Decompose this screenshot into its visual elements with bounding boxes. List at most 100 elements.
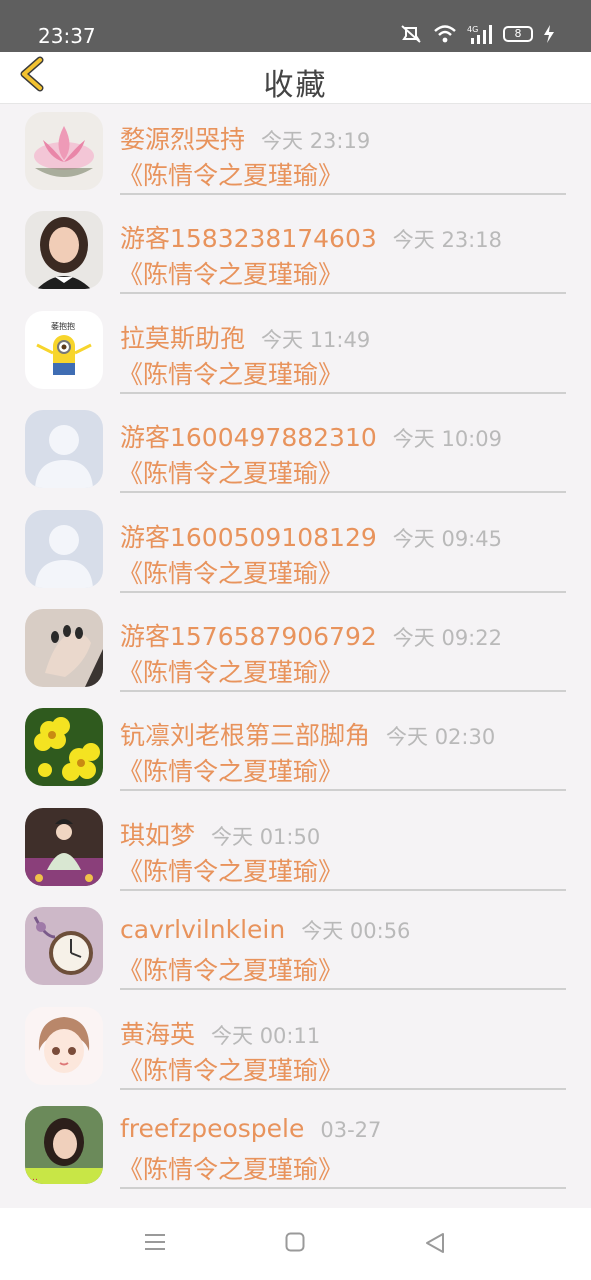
avatar[interactable] [25, 410, 103, 489]
pocket-watch-icon [25, 907, 103, 986]
book-title[interactable]: 《陈情令之夏瑾瑜》 [118, 752, 343, 788]
home-square-icon[interactable] [285, 1232, 305, 1252]
avatar[interactable] [25, 211, 103, 290]
user-name[interactable]: 琪如梦 [120, 816, 195, 852]
user-name[interactable]: 游客1600509108129 [120, 518, 377, 554]
divider [120, 888, 566, 891]
divider [120, 193, 566, 195]
avatar[interactable] [25, 1006, 103, 1085]
timestamp: 今天 00:56 [301, 919, 411, 944]
menu-icon[interactable] [144, 1232, 166, 1252]
timestamp: 今天 23:18 [392, 228, 502, 253]
divider [120, 690, 566, 692]
list-item[interactable]: 钪凛刘老根第三部脚角 今天 02:30 《陈情令之夏瑾瑜》 [0, 700, 591, 799]
girl-photo-icon [25, 211, 103, 290]
list-item[interactable]: 游客1583238174603 今天 23:18 《陈情令之夏瑾瑜》 [0, 203, 591, 302]
avatar[interactable]: 萎抱抱 [25, 310, 103, 389]
divider [120, 789, 566, 792]
avatar[interactable] [25, 708, 103, 787]
user-name[interactable]: 钪凛刘老根第三部脚角 [120, 716, 370, 752]
costume-figure-icon [25, 807, 103, 886]
list-item[interactable]: 游客1576587906792 今天 09:22 《陈情令之夏瑾瑜》 [0, 601, 591, 700]
svg-text:萎抱抱: 萎抱抱 [51, 321, 75, 331]
avatar[interactable] [25, 907, 103, 986]
timestamp: 03-27 [320, 1118, 382, 1142]
avatar[interactable] [25, 112, 103, 190]
list-item[interactable]: cavrlvilnklein 今天 00:56 《陈情令之夏瑾瑜》 [0, 899, 591, 998]
timestamp: 今天 09:45 [392, 526, 502, 551]
book-title[interactable]: 《陈情令之夏瑾瑜》 [118, 1150, 343, 1186]
divider [120, 292, 566, 295]
hand-photo-icon [25, 609, 103, 687]
book-title[interactable]: 《陈情令之夏瑾瑜》 [118, 653, 343, 689]
timestamp: 今天 11:49 [261, 327, 371, 352]
user-name[interactable]: freefzpeospele [120, 1114, 304, 1143]
book-title[interactable]: 《陈情令之夏瑾瑜》 [118, 156, 343, 192]
favorites-list[interactable]: 婺源烈哭持 今天 23:19 《陈情令之夏瑾瑜》 游客1583238174603 今天 … [0, 104, 591, 1208]
status-bar: 23:37 4G 8 [0, 0, 591, 52]
divider [120, 491, 566, 494]
list-item[interactable]: 琪如梦 今天 01:50 《陈情令之夏瑾瑜》 [0, 800, 591, 899]
list-item[interactable]: 婺源烈哭持 今天 23:19 《陈情令之夏瑾瑜》 [0, 104, 591, 203]
book-title[interactable]: 《陈情令之夏瑾瑜》 [118, 255, 343, 291]
name-line: 拉莫斯助孢 今天 11:49 [120, 319, 370, 355]
avatar[interactable]: … [25, 1106, 103, 1184]
battery-icon: 8 [503, 26, 533, 42]
name-line: 婺源烈哭持 今天 23:19 [120, 120, 370, 156]
user-name[interactable]: 婺源烈哭持 [120, 120, 245, 156]
user-name[interactable]: 游客1583238174603 [120, 219, 377, 255]
list-item[interactable]: 游客1600497882310 今天 10:09 《陈情令之夏瑾瑜》 [0, 402, 591, 501]
svg-text:…: … [29, 1173, 38, 1183]
name-line: 游客1600509108129 今天 09:45 [120, 518, 502, 554]
list-item[interactable]: … freefzpeospele 03-27 《陈情令之夏瑾瑜》 [0, 1098, 591, 1197]
avatar[interactable] [25, 807, 103, 886]
name-line: 游客1600497882310 今天 10:09 [120, 418, 502, 454]
divider [120, 1087, 566, 1090]
user-name[interactable]: 黄海英 [120, 1015, 195, 1051]
list-item[interactable]: 游客1600509108129 今天 09:45 《陈情令之夏瑾瑜》 [0, 502, 591, 601]
name-line: 钪凛刘老根第三部脚角 今天 02:30 [120, 716, 495, 752]
list-item[interactable]: 萎抱抱 拉莫斯助孢 今天 11:49 《陈情令之夏瑾瑜》 [0, 303, 591, 402]
timestamp: 今天 01:50 [211, 824, 321, 849]
book-title[interactable]: 《陈情令之夏瑾瑜》 [118, 454, 343, 490]
divider [120, 590, 566, 593]
book-title[interactable]: 《陈情令之夏瑾瑜》 [118, 355, 343, 391]
user-name[interactable]: 游客1600497882310 [120, 418, 377, 454]
timestamp: 今天 23:19 [261, 129, 371, 153]
user-name[interactable]: cavrlvilnklein [120, 915, 285, 944]
name-line: cavrlvilnklein 今天 00:56 [120, 915, 410, 945]
status-time: 23:37 [38, 24, 96, 48]
page-title: 收藏 [263, 68, 328, 103]
timestamp: 今天 00:11 [211, 1023, 321, 1048]
divider [120, 988, 566, 991]
signal-4g-icon: 4G [467, 25, 492, 44]
name-line: 琪如梦 今天 01:50 [120, 816, 320, 852]
lotus-painting-icon [25, 112, 103, 190]
name-line: 游客1583238174603 今天 23:18 [120, 219, 502, 255]
user-name[interactable]: 游客1576587906792 [120, 617, 377, 653]
book-title[interactable]: 《陈情令之夏瑾瑜》 [118, 1051, 343, 1087]
status-icons: 4G 8 [399, 24, 555, 44]
avatar[interactable] [25, 509, 103, 588]
book-title[interactable]: 《陈情令之夏瑾瑜》 [118, 554, 343, 590]
name-line: 黄海英 今天 00:11 [120, 1015, 320, 1051]
divider [120, 1187, 566, 1189]
book-title[interactable]: 《陈情令之夏瑾瑜》 [118, 951, 343, 987]
timestamp: 今天 10:09 [392, 427, 502, 452]
timestamp: 今天 02:30 [386, 725, 496, 750]
default-user-icon [25, 410, 103, 489]
default-user-icon [25, 509, 103, 588]
user-name[interactable]: 拉莫斯助孢 [120, 319, 245, 355]
divider [120, 391, 566, 394]
wifi-icon [434, 25, 456, 43]
yellow-flowers-icon [25, 708, 103, 787]
book-title[interactable]: 《陈情令之夏瑾瑜》 [118, 852, 343, 888]
system-nav-bar [0, 1208, 591, 1280]
list-item[interactable]: 黄海英 今天 00:11 《陈情令之夏瑾瑜》 [0, 999, 591, 1098]
name-line: 游客1576587906792 今天 09:22 [120, 617, 502, 653]
anime-girl-icon [25, 1006, 103, 1085]
avatar[interactable] [25, 609, 103, 687]
woman-photo-icon: … [25, 1106, 103, 1184]
app-header: 收藏 [0, 52, 591, 104]
back-triangle-icon[interactable] [424, 1232, 446, 1254]
